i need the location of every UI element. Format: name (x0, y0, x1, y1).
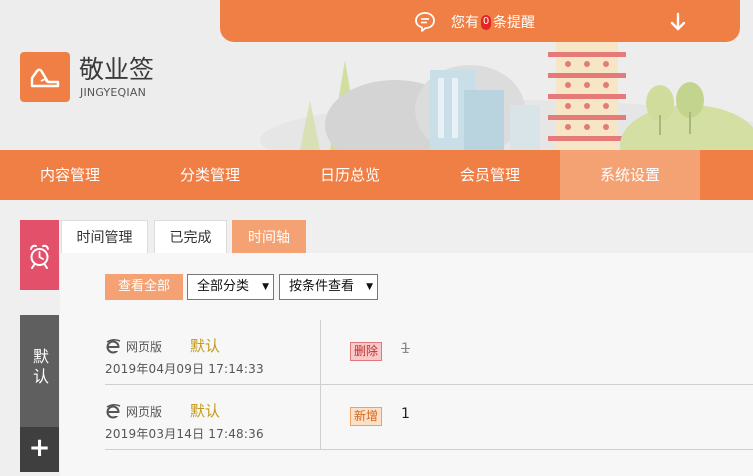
timeline-panel: 查看全部 全部分类 ▼ 按条件查看 ▼ 网页版 默认 2019年04月09日 1… (60, 253, 753, 476)
alarm-clock-icon (30, 244, 49, 269)
sidebar-default-label: 默认 (30, 348, 49, 388)
notification-count-badge: 0 (481, 14, 491, 30)
nav-item-members[interactable]: 会员管理 (420, 150, 560, 200)
caret-down-icon: ▼ (262, 282, 269, 292)
entry-content: 1 (401, 406, 410, 422)
nav-item-settings[interactable]: 系统设置 (560, 150, 700, 200)
notification-suffix: 条提醒 (493, 15, 535, 31)
notification-prefix: 您有 (451, 15, 479, 31)
entry-time: 2019年04月09日 17:14:33 (105, 362, 264, 376)
add-category-button[interactable]: + (20, 427, 59, 472)
view-all-button[interactable]: 查看全部 (105, 274, 183, 300)
entry-source: 网页版 (126, 340, 163, 354)
entry-time: 2019年03月14日 17:48:36 (105, 427, 264, 441)
entry-content: 1 (401, 341, 410, 357)
delete-badge: 删除 (350, 342, 383, 361)
pagoda-icon (548, 40, 626, 150)
arrow-down-icon[interactable] (669, 12, 687, 32)
condition-select[interactable]: 按条件查看 ▼ (279, 274, 378, 300)
entry-source: 网页版 (126, 405, 163, 419)
logo-icon[interactable] (20, 52, 70, 102)
logo-title: 敬业签 (79, 55, 155, 84)
chat-bubble-icon (415, 12, 435, 32)
browser-icon (106, 403, 121, 419)
nav-item-content[interactable]: 内容管理 (0, 150, 140, 200)
main-nav: 内容管理 分类管理 日历总览 会员管理 系统设置 (0, 150, 753, 200)
add-badge: 新增 (350, 407, 383, 426)
category-select-value: 全部分类 (197, 279, 250, 294)
category-select[interactable]: 全部分类 ▼ (187, 274, 274, 300)
entry-category: 默认 (190, 402, 221, 420)
nav-item-calendar[interactable]: 日历总览 (280, 150, 420, 200)
condition-select-value: 按条件查看 (289, 279, 355, 294)
tab-completed[interactable]: 已完成 (154, 220, 227, 254)
row-divider (105, 449, 753, 450)
tab-time-management[interactable]: 时间管理 (61, 220, 148, 254)
notification-text: 您有 0 条提醒 (451, 12, 535, 32)
tab-timeline[interactable]: 时间轴 (232, 220, 306, 254)
logo-subtitle: JINGYEQIAN (80, 86, 147, 99)
header: 您有 0 条提醒 敬业签 JINGYEQIAN (0, 0, 753, 150)
browser-icon (106, 338, 121, 354)
timeline-entry[interactable]: 网页版 默认 2019年04月09日 17:14:33 删除 1 (105, 320, 753, 384)
nav-item-category[interactable]: 分类管理 (140, 150, 280, 200)
entry-category: 默认 (190, 337, 221, 355)
sidebar-alarm-tab[interactable] (20, 220, 59, 290)
timeline-entry[interactable]: 网页版 默认 2019年03月14日 17:48:36 新增 1 (105, 385, 753, 449)
sidebar-default-tab[interactable]: 默认 (20, 315, 59, 427)
notification-bar[interactable]: 您有 0 条提醒 (220, 0, 740, 42)
caret-down-icon: ▼ (366, 282, 373, 292)
